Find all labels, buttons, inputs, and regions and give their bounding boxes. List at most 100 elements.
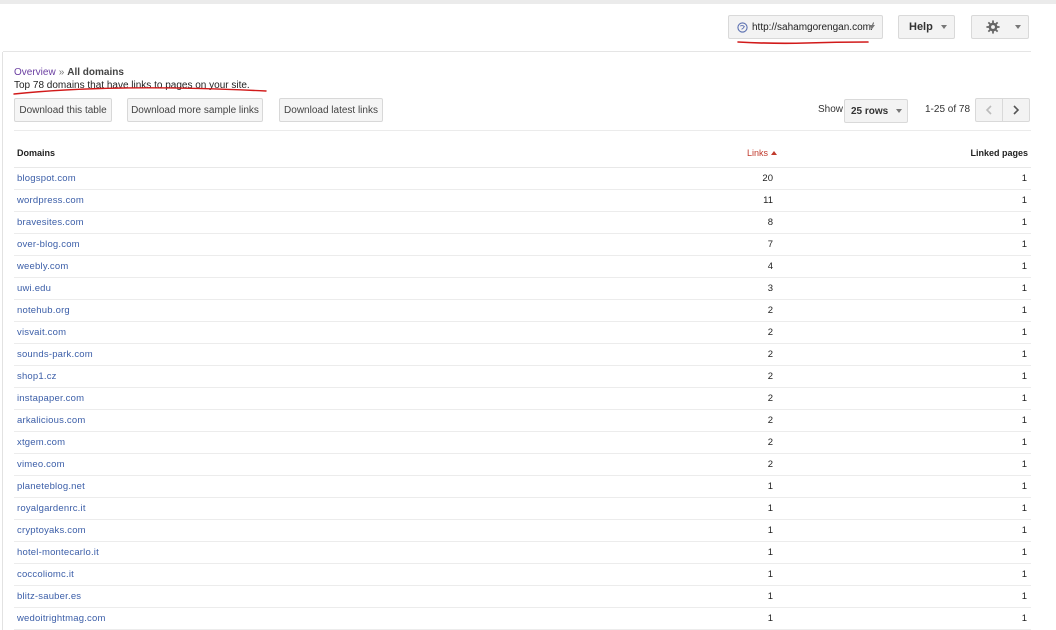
rows-per-page-select[interactable]: 25 rows: [844, 99, 908, 123]
domain-link[interactable]: vimeo.com: [17, 459, 65, 470]
linked-pages-count: 1: [1021, 613, 1027, 624]
domain-link[interactable]: wordpress.com: [17, 195, 84, 206]
table-row: cryptoyaks.com 1 1: [14, 520, 1031, 542]
annotation-underline-description: [13, 87, 267, 95]
column-header-domains[interactable]: Domains: [17, 148, 55, 158]
domain-link[interactable]: blitz-sauber.es: [17, 591, 81, 602]
site-selector[interactable]: http://sahamgorengan.com/: [728, 15, 883, 39]
download-sample-links-button[interactable]: Download more sample links: [127, 98, 263, 122]
links-count: 1: [767, 525, 773, 536]
domain-link[interactable]: blogspot.com: [17, 173, 76, 184]
linked-pages-count: 1: [1021, 437, 1027, 448]
domain-link[interactable]: arkalicious.com: [17, 415, 85, 426]
table-row: arkalicious.com 2 1: [14, 410, 1031, 432]
table-row: uwi.edu 3 1: [14, 278, 1031, 300]
domain-link[interactable]: instapaper.com: [17, 393, 84, 404]
linked-pages-count: 1: [1021, 547, 1027, 558]
domain-link[interactable]: wedoitrightmag.com: [17, 613, 106, 624]
linked-pages-count: 1: [1021, 503, 1027, 514]
domain-link[interactable]: notehub.org: [17, 305, 70, 316]
domain-link[interactable]: cryptoyaks.com: [17, 525, 86, 536]
download-latest-links-button[interactable]: Download latest links: [279, 98, 383, 122]
help-button[interactable]: Help: [898, 15, 955, 39]
table-row: bravesites.com 8 1: [14, 212, 1031, 234]
domain-link[interactable]: hotel-montecarlo.it: [17, 547, 99, 558]
table-row: shop1.cz 2 1: [14, 366, 1031, 388]
table-row: planeteblog.net 1 1: [14, 476, 1031, 498]
linked-pages-count: 1: [1021, 173, 1027, 184]
links-count: 2: [767, 393, 773, 404]
links-count: 7: [767, 239, 773, 250]
domains-table: blogspot.com 20 1 wordpress.com 1 1 1 bravesi…: [14, 168, 1031, 630]
table-row: sounds-park.com 2 1: [14, 344, 1031, 366]
links-count: 2: [767, 437, 773, 448]
links-count: 2: [767, 459, 773, 470]
linked-pages-count: 1: [1021, 525, 1027, 536]
table-row: vimeo.com 2 1: [14, 454, 1031, 476]
links-count: 20: [762, 173, 773, 184]
table-row: wedoitrightmag.com 1 1: [14, 608, 1031, 630]
linked-pages-count: 1: [1021, 415, 1027, 426]
pagination-range: 1-25 of 78: [925, 104, 971, 115]
download-table-button[interactable]: Download this table: [14, 98, 112, 122]
domain-link[interactable]: royalgardenrc.it: [17, 503, 86, 514]
linked-pages-count: 1: [1021, 305, 1027, 316]
annotation-underline-site: [737, 41, 869, 45]
links-count: 1: [767, 503, 773, 514]
domain-link[interactable]: bravesites.com: [17, 217, 84, 228]
table-row: coccoliomc.it 1 1: [14, 564, 1031, 586]
table-row: visvait.com 2 1: [14, 322, 1031, 344]
links-count: 2: [767, 349, 773, 360]
links-count: 4: [767, 261, 773, 272]
domain-link[interactable]: over-blog.com: [17, 239, 80, 250]
show-label: Show: [818, 104, 844, 115]
linked-pages-count: 1: [1021, 195, 1027, 206]
sort-ascending-icon: [771, 151, 777, 155]
linked-pages-count: 1: [1021, 349, 1027, 360]
gear-icon: [986, 20, 1000, 34]
links-count: 2: [767, 327, 773, 338]
section-divider: [14, 130, 1031, 131]
links-count: 1: [767, 547, 773, 558]
domain-link[interactable]: weebly.com: [17, 261, 68, 272]
next-page-button[interactable]: [1002, 98, 1030, 122]
domain-link[interactable]: sounds-park.com: [17, 349, 93, 360]
chevron-right-icon: [1013, 105, 1020, 115]
domain-link[interactable]: xtgem.com: [17, 437, 65, 448]
linked-pages-count: 1: [1021, 217, 1027, 228]
chevron-down-icon: [869, 25, 875, 29]
chevron-down-icon: [1015, 25, 1021, 29]
breadcrumb: Overview» All domains: [14, 67, 124, 78]
column-header-linked-pages[interactable]: Linked pages: [970, 148, 1028, 158]
globe-icon: [737, 21, 748, 33]
table-row: xtgem.com 2 1: [14, 432, 1031, 454]
column-header-links[interactable]: Links: [747, 148, 777, 158]
chevron-left-icon: [985, 105, 992, 115]
header-divider: [3, 51, 1031, 52]
help-label: Help: [909, 21, 933, 33]
links-count: 1: [767, 481, 773, 492]
linked-pages-count: 1: [1021, 261, 1027, 272]
previous-page-button[interactable]: [975, 98, 1003, 122]
domain-link[interactable]: coccoliomc.it: [17, 569, 74, 580]
domain-link[interactable]: visvait.com: [17, 327, 66, 338]
table-row: hotel-montecarlo.it 1 1: [14, 542, 1031, 564]
links-count: 2: [767, 415, 773, 426]
linked-pages-count: 1: [1021, 283, 1027, 294]
breadcrumb-overview-link[interactable]: Overview: [14, 67, 56, 78]
links-count: 1: [767, 591, 773, 602]
links-count: 1: [767, 569, 773, 580]
table-row: wordpress.com 11 1: [14, 190, 1031, 212]
domain-link[interactable]: shop1.cz: [17, 371, 57, 382]
breadcrumb-separator: »: [58, 67, 65, 78]
table-row: blitz-sauber.es 1 1: [14, 586, 1031, 608]
domain-link[interactable]: uwi.edu: [17, 283, 51, 294]
linked-pages-count: 1: [1021, 459, 1027, 470]
linked-pages-count: 1: [1021, 393, 1027, 404]
page-title: All domains: [67, 67, 124, 78]
table-row: royalgardenrc.it 1 1: [14, 498, 1031, 520]
links-count: 2: [767, 305, 773, 316]
domain-link[interactable]: planeteblog.net: [17, 481, 85, 492]
links-count: 1: [767, 613, 773, 624]
settings-button[interactable]: [971, 15, 1029, 39]
